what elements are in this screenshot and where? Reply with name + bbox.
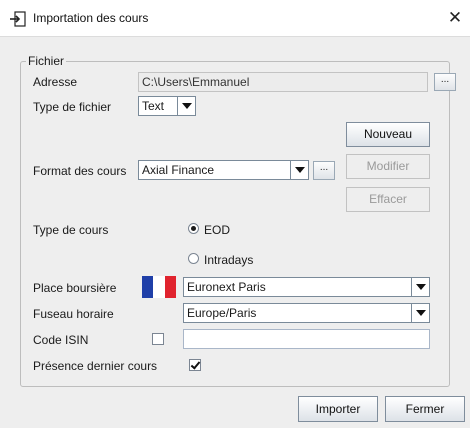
chevron-down-icon [290,161,308,179]
france-flag-icon [142,276,176,298]
import-icon [10,11,26,27]
format-value: Axial Finance [142,163,215,177]
adresse-browse-button[interactable]: ... [434,73,456,91]
isin-label: Code ISIN [33,333,89,347]
fermer-button[interactable]: Fermer [385,396,465,422]
intradays-radio[interactable] [188,253,199,264]
eod-radio[interactable] [188,223,199,234]
place-value: Euronext Paris [187,280,266,294]
modifier-button[interactable]: Modifier [346,154,430,179]
presence-label: Présence dernier cours [33,359,158,373]
type-cours-label: Type de cours [33,223,109,237]
place-select[interactable]: Euronext Paris [183,277,430,297]
chevron-down-icon [411,304,429,322]
nouveau-button[interactable]: Nouveau [346,122,430,147]
fuseau-value: Europe/Paris [187,306,257,320]
importer-button[interactable]: Importer [298,396,378,422]
chevron-down-icon [177,97,195,115]
eod-label: EOD [204,223,231,237]
fuseau-label: Fuseau horaire [33,307,114,321]
format-select[interactable]: Axial Finance [138,160,309,180]
isin-checkbox[interactable] [152,333,164,345]
close-icon[interactable]: ✕ [444,7,466,29]
type-fichier-value: Text [142,99,165,113]
adresse-field[interactable]: C:\Users\Emmanuel [138,72,428,92]
presence-checkbox[interactable] [189,359,201,371]
isin-field[interactable] [183,329,430,349]
chevron-down-icon [411,278,429,296]
group-legend: Fichier [26,54,67,68]
fuseau-select[interactable]: Europe/Paris [183,303,430,323]
type-fichier-label: Type de fichier [33,100,112,114]
intradays-label: Intradays [204,253,254,267]
adresse-label: Adresse [33,75,78,89]
format-label: Format des cours [33,164,127,178]
place-label: Place boursière [33,281,117,295]
title-bar: Importation des cours ✕ [0,0,470,37]
type-fichier-select[interactable]: Text [138,96,196,116]
effacer-button[interactable]: Effacer [346,187,430,212]
window-title: Importation des cours [33,11,149,25]
format-browse-button[interactable]: ... [313,161,335,180]
